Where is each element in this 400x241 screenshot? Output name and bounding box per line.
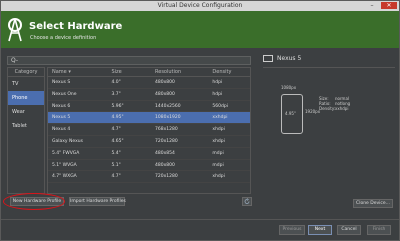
cell-size: 3.7" xyxy=(111,91,121,97)
cell-size: 4.65" xyxy=(111,138,124,144)
preview-width-label: 1080px xyxy=(281,85,297,90)
search-input[interactable]: Q- xyxy=(7,56,251,65)
minimize-icon[interactable]: – xyxy=(367,2,377,9)
page-subtitle: Choose a device definition xyxy=(30,35,97,41)
category-item-tv[interactable]: TV xyxy=(8,77,44,91)
new-hardware-profile-button[interactable]: New Hardware Profile xyxy=(10,197,64,206)
column-header-density[interactable]: Density xyxy=(210,68,250,76)
wizard-header: Select Hardware Choose a device definiti… xyxy=(1,11,399,48)
table-row[interactable]: Nexus 4 4.7" 768x1280 xhdpi xyxy=(48,124,250,136)
table-row[interactable]: 4.7" WXGA 4.7" 720x1280 xhdpi xyxy=(48,171,250,184)
category-list: Category TV Phone Wear Tablet xyxy=(7,67,45,194)
cell-size: 4.7" xyxy=(111,127,121,133)
clone-device-button[interactable]: Clone Device... xyxy=(353,199,393,208)
cell-name: 4.7" WXGA xyxy=(52,174,77,180)
column-header-name[interactable]: Name ▾ xyxy=(48,68,105,76)
table-row[interactable]: 5.4" FWVGA 5.4" 480x854 mdpi xyxy=(48,148,250,160)
preview-device-name: Nexus 5 xyxy=(277,55,302,62)
search-icon: Q- xyxy=(11,57,19,64)
table-row[interactable]: Nexus One 3.7" 480x800 hdpi xyxy=(48,89,250,101)
preview-divider xyxy=(263,67,395,68)
cell-name: Nexus 4 xyxy=(52,127,71,133)
cell-resolution: 480x800 xyxy=(155,91,175,97)
table-row[interactable]: 5.1" WVGA 5.1" 480x800 mdpi xyxy=(48,160,250,172)
cell-density: xhdpi xyxy=(212,127,225,133)
category-header: Category xyxy=(8,68,44,77)
cell-resolution: 1080x1920 xyxy=(155,115,181,121)
cell-name: Nexus S xyxy=(52,80,71,85)
cell-name: 5.4" FWVGA xyxy=(52,150,80,156)
cell-density: mdpi xyxy=(212,150,224,156)
table-row-selected[interactable]: Nexus 5 4.95" 1080x1920 xxhdpi xyxy=(48,112,250,125)
table-row[interactable]: Nexus S 4.0" 480x800 hdpi xyxy=(48,77,250,89)
cell-density: xhdpi xyxy=(212,138,225,144)
cell-density: xxhdpi xyxy=(212,115,228,121)
cell-density: hdpi xyxy=(212,80,223,85)
next-button[interactable]: Next xyxy=(308,225,332,235)
previous-button[interactable]: Previous xyxy=(279,225,305,235)
cell-resolution: 720x1280 xyxy=(155,174,178,180)
cell-density: mdpi xyxy=(212,162,224,168)
cell-name: 5.1" WVGA xyxy=(52,162,77,168)
category-item-phone[interactable]: Phone xyxy=(8,91,44,105)
cell-density: xhdpi xyxy=(212,174,225,180)
close-icon[interactable]: ✕ xyxy=(381,2,397,9)
title-bar: Virtual Device Configuration – ✕ xyxy=(1,1,399,11)
device-preview-outline: 4.95" xyxy=(281,94,303,134)
cell-name: Nexus 6 xyxy=(52,103,71,109)
refresh-icon xyxy=(244,198,250,204)
cell-name: Nexus 5 xyxy=(52,115,71,121)
column-header-resolution[interactable]: Resolution xyxy=(153,68,210,76)
android-studio-logo-icon xyxy=(8,18,22,42)
table-row[interactable]: Nexus 6 5.96" 1440x2560 560dpi xyxy=(48,101,250,113)
cell-size: 5.1" xyxy=(111,162,121,168)
footer-divider xyxy=(1,219,399,220)
cell-resolution: 1440x2560 xyxy=(155,103,181,109)
window-title: Virtual Device Configuration xyxy=(157,2,243,9)
table-row[interactable]: Galaxy Nexus 4.65" 720x1280 xhdpi xyxy=(48,136,250,148)
cell-size: 4.7" xyxy=(111,174,121,180)
cell-size: 4.95" xyxy=(111,115,124,121)
cell-resolution: 768x1280 xyxy=(155,127,178,133)
cell-resolution: 720x1280 xyxy=(155,138,178,144)
cell-name: Nexus One xyxy=(52,91,77,97)
device-table: Name ▾ Size Resolution Density Nexus S 4… xyxy=(47,67,251,194)
page-title: Select Hardware xyxy=(29,21,123,32)
cell-size: 4.0" xyxy=(111,80,121,85)
column-header-size[interactable]: Size xyxy=(105,68,153,76)
spec-density-key: Density: xyxy=(319,106,336,111)
cell-name: Galaxy Nexus xyxy=(52,138,83,144)
cancel-button[interactable]: Cancel xyxy=(337,225,361,235)
import-hardware-profiles-button[interactable]: Import Hardware Profiles xyxy=(69,197,126,206)
cell-resolution: 480x800 xyxy=(155,80,175,85)
preview-height-label: 1920px xyxy=(305,109,321,114)
refresh-button[interactable] xyxy=(242,197,252,206)
table-header: Name ▾ Size Resolution Density xyxy=(48,68,250,77)
cell-resolution: 480x854 xyxy=(155,150,175,156)
cell-size: 5.4" xyxy=(111,150,121,156)
category-item-wear[interactable]: Wear xyxy=(8,105,44,119)
cell-density: hdpi xyxy=(212,91,223,97)
virtual-device-configuration-window: Virtual Device Configuration – ✕ Select … xyxy=(0,0,400,241)
cell-density: 560dpi xyxy=(212,103,228,109)
device-frame-icon xyxy=(263,55,273,62)
spec-density-value: xxhdpi xyxy=(335,106,349,111)
category-item-tablet[interactable]: Tablet xyxy=(8,119,44,133)
preview-diagonal-label: 4.95" xyxy=(285,111,296,116)
cell-resolution: 480x800 xyxy=(155,162,175,168)
finish-button[interactable]: Finish xyxy=(367,225,391,235)
cell-size: 5.96" xyxy=(111,103,124,109)
